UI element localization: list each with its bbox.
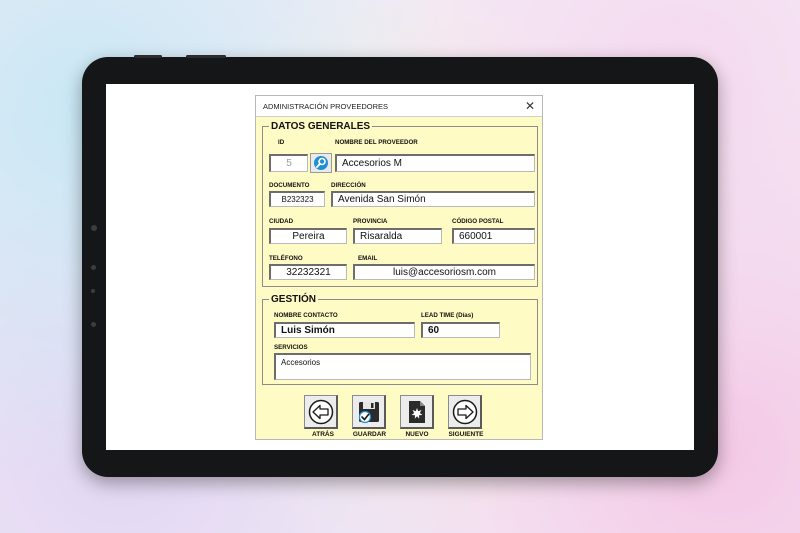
atras-label: ATRÁS [312, 431, 334, 438]
guardar-button[interactable] [352, 395, 386, 429]
codigo-postal-label: CÓDIGO POSTAL [452, 218, 504, 225]
arrow-right-icon [452, 399, 477, 424]
telefono-field[interactable]: 32232321 [269, 264, 347, 280]
datos-generales-legend: DATOS GENERALES [269, 121, 373, 132]
arrow-left-icon [308, 399, 333, 424]
window-title: ADMINISTRACIÓN PROVEEDORES [263, 101, 389, 111]
title-bar: ADMINISTRACIÓN PROVEEDORES ✕ [256, 96, 542, 117]
tablet-button [134, 55, 162, 58]
id-field[interactable]: 5 [269, 154, 308, 172]
codigo-postal-field[interactable]: 660001 [452, 228, 535, 244]
new-document-icon [408, 400, 425, 423]
lead-time-label: LEAD TIME (Días) [421, 312, 474, 319]
camera-icon [91, 225, 97, 231]
siguiente-label: SIGUIENTE [448, 431, 484, 438]
guardar-label: GUARDAR [352, 431, 387, 438]
ciudad-label: CIUDAD [269, 218, 294, 225]
gestion-legend: GESTIÓN [269, 294, 319, 305]
provincia-label: PROVINCIA [353, 218, 388, 225]
save-icon [358, 401, 379, 423]
id-label: ID [278, 139, 285, 146]
close-button[interactable]: ✕ [525, 100, 535, 112]
sensor-icon [91, 322, 96, 327]
documento-field[interactable]: B232323 [269, 191, 325, 207]
search-icon [314, 156, 328, 170]
servicios-label: SERVICIOS [274, 344, 308, 351]
nombre-contacto-label: NOMBRE CONTACTO [274, 312, 338, 319]
nombre-contacto-field[interactable]: Luis Simón [274, 322, 415, 338]
servicios-field[interactable]: Accesorios [274, 353, 531, 380]
provincia-field[interactable]: Risaralda [353, 228, 442, 244]
email-field[interactable]: luis@accesoriosm.com [353, 264, 535, 280]
sensor-icon [91, 289, 95, 293]
sensor-icon [91, 265, 96, 270]
tablet-button [186, 55, 226, 58]
direccion-label: DIRECCIÓN [331, 182, 366, 189]
email-label: EMAIL [358, 255, 378, 262]
ciudad-field[interactable]: Pereira [269, 228, 347, 244]
supplier-admin-dialog: ADMINISTRACIÓN PROVEEDORES ✕ DATOS GENER… [255, 95, 543, 440]
documento-label: DOCUMENTO [269, 182, 310, 189]
siguiente-button[interactable] [448, 395, 482, 429]
atras-button[interactable] [304, 395, 338, 429]
direccion-field[interactable]: Avenida San Simón [331, 191, 535, 207]
nuevo-label: NUEVO [405, 431, 429, 438]
gestion-frame: GESTIÓN NOMBRE CONTACTO Luis Simón LEAD … [262, 294, 538, 385]
telefono-label: TELÉFONO [269, 255, 303, 262]
tablet-screen: ADMINISTRACIÓN PROVEEDORES ✕ DATOS GENER… [106, 84, 694, 450]
lead-time-field[interactable]: 60 [421, 322, 500, 338]
nombre-proveedor-label: NOMBRE DEL PROVEEDOR [335, 139, 418, 146]
nombre-proveedor-field[interactable]: Accesorios M [335, 154, 535, 172]
datos-generales-frame: DATOS GENERALES ID 5 NOMBRE DEL PROVEEDO… [262, 121, 538, 287]
nuevo-button[interactable] [400, 395, 434, 429]
search-button[interactable] [310, 153, 332, 173]
